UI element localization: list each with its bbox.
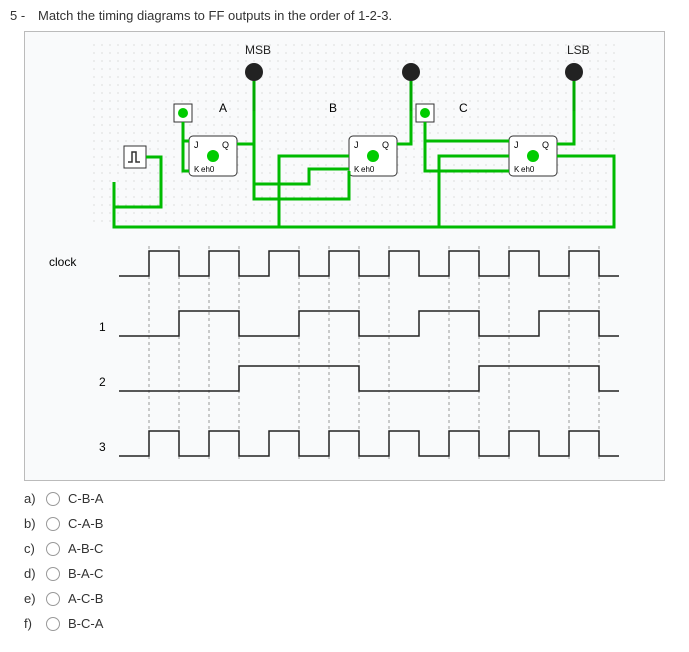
- option-d-label: d): [24, 566, 38, 581]
- radio-icon[interactable]: [46, 517, 60, 531]
- timing-guides: [149, 246, 599, 461]
- svg-text:K: K: [194, 165, 200, 174]
- logic-one-a: [174, 104, 192, 122]
- probe-b: [402, 63, 420, 81]
- radio-icon[interactable]: [46, 567, 60, 581]
- trace-clock: [119, 251, 619, 276]
- row-1-label: 1: [99, 320, 106, 334]
- logic-one-c: [416, 104, 434, 122]
- option-c-label: c): [24, 541, 38, 556]
- option-a-text: C-B-A: [68, 491, 103, 506]
- ff-b-label: B: [329, 101, 337, 115]
- svg-text:Q: Q: [382, 140, 389, 150]
- options-list: a) C-B-A b) C-A-B c) A-B-C d) B-A-C e) A…: [24, 491, 679, 631]
- svg-text:eh0: eh0: [521, 165, 535, 174]
- trace-1: [119, 311, 619, 336]
- figure-panel: MSB LSB J Q K eh0 A: [24, 31, 665, 481]
- option-f[interactable]: f) B-C-A: [24, 616, 679, 631]
- svg-text:K: K: [354, 165, 360, 174]
- svg-text:K: K: [514, 165, 520, 174]
- msb-label: MSB: [245, 43, 271, 57]
- option-a[interactable]: a) C-B-A: [24, 491, 679, 506]
- question-number: 5 -: [10, 8, 30, 23]
- row-clock-label: clock: [49, 255, 77, 269]
- radio-icon[interactable]: [46, 592, 60, 606]
- svg-text:eh0: eh0: [201, 165, 215, 174]
- timing-area: clock 1 2 3: [49, 246, 619, 461]
- svg-text:J: J: [194, 140, 199, 150]
- ff-c-label: C: [459, 101, 468, 115]
- option-b-label: b): [24, 516, 38, 531]
- question-text: Match the timing diagrams to FF outputs …: [38, 8, 392, 23]
- option-d[interactable]: d) B-A-C: [24, 566, 679, 581]
- radio-icon[interactable]: [46, 492, 60, 506]
- trace-3: [119, 431, 619, 456]
- enable-c-icon: [527, 150, 539, 162]
- option-b-text: C-A-B: [68, 516, 103, 531]
- enable-a-icon: [207, 150, 219, 162]
- ff-a-label: A: [219, 101, 227, 115]
- row-3-label: 3: [99, 440, 106, 454]
- option-c[interactable]: c) A-B-C: [24, 541, 679, 556]
- lsb-label: LSB: [567, 43, 590, 57]
- enable-b-icon: [367, 150, 379, 162]
- radio-icon[interactable]: [46, 617, 60, 631]
- option-d-text: B-A-C: [68, 566, 103, 581]
- probe-lsb: [565, 63, 583, 81]
- svg-text:Q: Q: [542, 140, 549, 150]
- svg-text:eh0: eh0: [361, 165, 375, 174]
- option-e-label: e): [24, 591, 38, 606]
- option-e-text: A-C-B: [68, 591, 103, 606]
- svg-text:Q: Q: [222, 140, 229, 150]
- option-f-label: f): [24, 616, 38, 631]
- svg-text:J: J: [354, 140, 359, 150]
- probe-msb: [245, 63, 263, 81]
- trace-2: [119, 366, 619, 391]
- option-b[interactable]: b) C-A-B: [24, 516, 679, 531]
- question-row: 5 - Match the timing diagrams to FF outp…: [10, 8, 679, 23]
- svg-text:J: J: [514, 140, 519, 150]
- option-a-label: a): [24, 491, 38, 506]
- figure-svg: MSB LSB J Q K eh0 A: [29, 36, 649, 476]
- option-c-text: A-B-C: [68, 541, 103, 556]
- row-2-label: 2: [99, 375, 106, 389]
- clock-source: [124, 146, 146, 168]
- option-e[interactable]: e) A-C-B: [24, 591, 679, 606]
- option-f-text: B-C-A: [68, 616, 103, 631]
- radio-icon[interactable]: [46, 542, 60, 556]
